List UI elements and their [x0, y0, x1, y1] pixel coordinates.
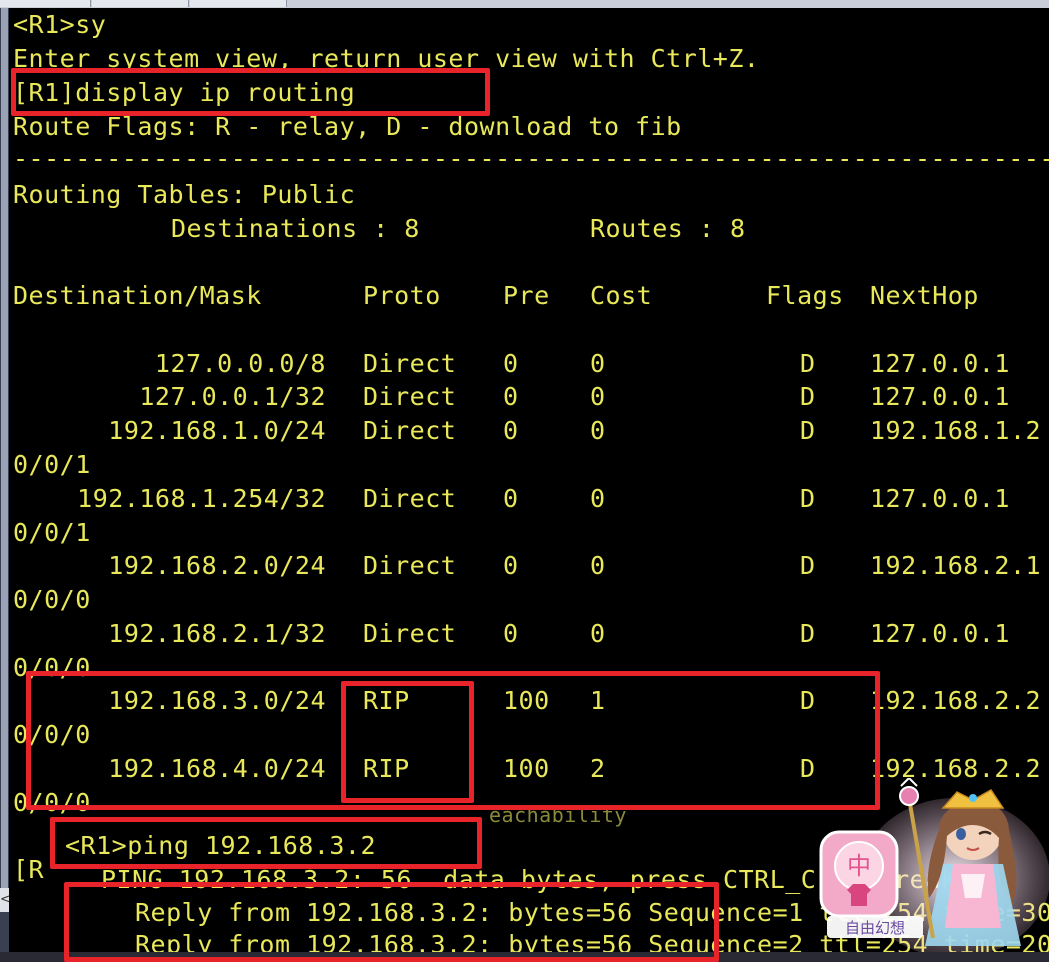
cell-proto: Direct — [363, 349, 457, 378]
cell-interface: 0/0/1 — [13, 518, 91, 547]
cell-cost: 0 — [590, 619, 606, 648]
cell-destination: 192.168.1.254/32 — [77, 484, 326, 513]
terminal-line: <R1>sy — [13, 10, 107, 39]
cell-flags: D — [800, 349, 816, 378]
left-scrollbar[interactable]: < — [0, 8, 11, 952]
cell-cost: 0 — [590, 484, 606, 513]
header-flags: Flags — [766, 281, 844, 310]
mascot-sticker: 中 自由幻想 — [815, 776, 1049, 958]
cell-interface: 0/0/1 — [13, 450, 91, 479]
cell-pre: 0 — [503, 551, 519, 580]
cell-interface: 0/0/0 — [13, 653, 91, 682]
cell-flags: D — [800, 619, 816, 648]
cell-pre: 100 — [503, 754, 550, 783]
cell-destination: 192.168.1.0/24 — [108, 416, 326, 445]
cell-proto: Direct — [363, 484, 457, 513]
cell-interface: 0/0/0 — [13, 585, 91, 614]
cell-destination: 192.168.4.0/24 — [108, 754, 326, 783]
cell-flags: D — [800, 551, 816, 580]
cell-destination: 192.168.2.0/24 — [108, 551, 326, 580]
cell-cost: 1 — [590, 686, 606, 715]
terminal-line: Routing Tables: Public — [13, 180, 356, 209]
header-pre: Pre — [503, 281, 550, 310]
destinations-count: Destinations : 8 — [171, 214, 420, 243]
cell-proto: Direct — [363, 619, 457, 648]
table-header: Destination/Mask Proto Pre Cost Flags Ne… — [13, 279, 1043, 313]
table-row: 192.168.2.0/24 Direct 0 0 D 192.168.2.1 — [13, 549, 1043, 583]
cell-destination: 192.168.3.0/24 — [108, 686, 326, 715]
mascot-label: 中 — [847, 852, 871, 880]
cell-nexthop: 127.0.0.1 — [870, 349, 1010, 378]
cell-cost: 0 — [590, 551, 606, 580]
cell-pre: 0 — [503, 416, 519, 445]
cell-cost: 0 — [590, 349, 606, 378]
cell-cost: 0 — [590, 416, 606, 445]
cell-interface: 0/0/0 — [13, 788, 91, 817]
cell-interface: 0/0/0 — [13, 720, 91, 749]
cell-proto: RIP — [363, 686, 410, 715]
table-row: 127.0.0.0/8 Direct 0 0 D 127.0.0.1 — [13, 347, 1043, 381]
cell-pre: 0 — [503, 382, 519, 411]
cell-proto: Direct — [363, 551, 457, 580]
cell-proto: Direct — [363, 416, 457, 445]
header-destination: Destination/Mask — [13, 281, 262, 310]
terminal-line: [R1]display ip routing — [13, 78, 356, 107]
cell-destination: 127.0.0.1/32 — [139, 382, 326, 411]
route-summary-line: Destinations : 8 Routes : 8 — [13, 212, 1043, 246]
terminal-line: Route Flags: R - relay, D - download to … — [13, 112, 682, 141]
ping-command: <R1>ping 192.168.3.2 — [65, 831, 377, 860]
routes-count: Routes : 8 — [590, 214, 746, 243]
cell-nexthop: 192.168.2.2 — [870, 686, 1042, 715]
scrollbar-track[interactable] — [1, 8, 8, 888]
table-row: 192.168.1.0/24 Direct 0 0 D 192.168.1.2 — [13, 414, 1043, 448]
cell-pre: 0 — [503, 349, 519, 378]
mascot-brand-text: 自由幻想 — [845, 919, 905, 937]
mascot-illustration: 中 自由幻想 — [819, 776, 1049, 958]
scroll-left-button[interactable]: < — [0, 888, 11, 912]
table-row: 192.168.2.1/32 Direct 0 0 D 127.0.0.1 — [13, 617, 1043, 651]
cell-pre: 0 — [503, 484, 519, 513]
cell-cost: 0 — [590, 382, 606, 411]
table-row: 127.0.0.1/32 Direct 0 0 D 127.0.0.1 — [13, 380, 1043, 414]
cell-nexthop: 192.168.2.1 — [870, 551, 1042, 580]
cell-flags: D — [800, 382, 816, 411]
header-cost: Cost — [590, 281, 653, 310]
obscured-text: eachability — [489, 803, 627, 827]
prompt-fragment: [R — [13, 855, 45, 884]
separator-line: ----------------------------------------… — [13, 144, 1049, 173]
cell-cost: 2 — [590, 754, 606, 783]
cell-pre: 0 — [503, 619, 519, 648]
cell-nexthop: 127.0.0.1 — [870, 484, 1010, 513]
cell-destination: 192.168.2.1/32 — [108, 619, 326, 648]
window-tab[interactable] — [190, 0, 287, 7]
window-tab[interactable] — [0, 0, 91, 7]
table-row: 192.168.3.0/24 RIP 100 1 D 192.168.2.2 — [13, 684, 1043, 718]
cell-flags: D — [800, 754, 816, 783]
header-nexthop: NextHop — [870, 281, 979, 310]
table-row: 192.168.1.254/32 Direct 0 0 D 127.0.0.1 — [13, 482, 1043, 516]
window-tab[interactable] — [92, 0, 189, 7]
header-proto: Proto — [363, 281, 441, 310]
cell-proto: Direct — [363, 382, 457, 411]
cell-destination: 127.0.0.0/8 — [154, 349, 326, 378]
cell-nexthop: 127.0.0.1 — [870, 382, 1010, 411]
cell-nexthop: 127.0.0.1 — [870, 619, 1010, 648]
cell-proto: RIP — [363, 754, 410, 783]
cell-nexthop: 192.168.1.2 — [870, 416, 1042, 445]
cell-flags: D — [800, 686, 816, 715]
terminal-line: Enter system view, return user view with… — [13, 44, 760, 73]
cell-flags: D — [800, 484, 816, 513]
cell-pre: 100 — [503, 686, 550, 715]
cell-flags: D — [800, 416, 816, 445]
